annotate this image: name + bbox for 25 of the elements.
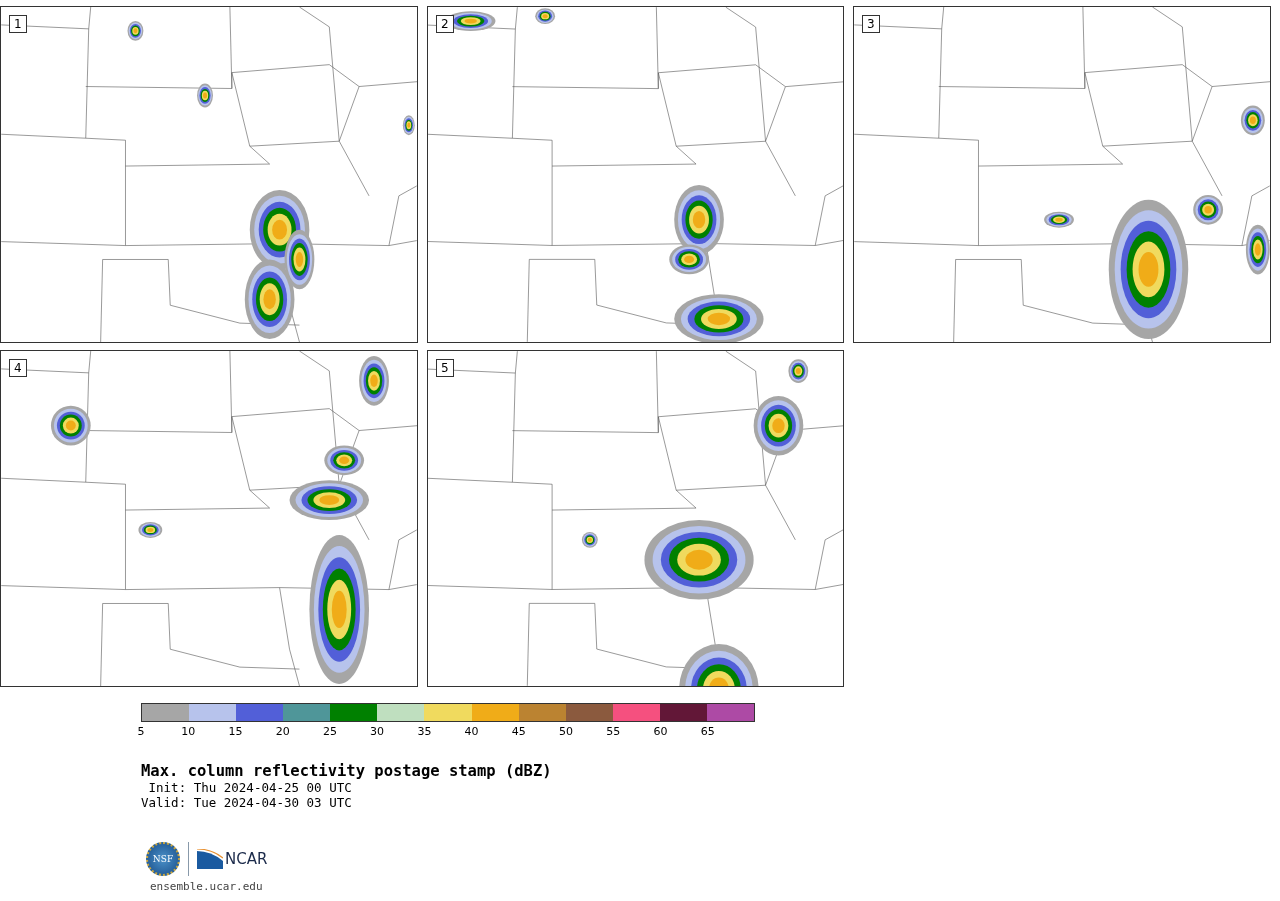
panel-number: 3 [862, 15, 880, 33]
tick-label: 5 [137, 725, 145, 738]
tick-label: 25 [322, 725, 337, 738]
tick-label: 60 [653, 725, 668, 738]
panel-number: 5 [436, 359, 454, 377]
panel-number: 4 [9, 359, 27, 377]
wave-icon [197, 849, 223, 869]
panel-number: 2 [436, 15, 454, 33]
tick-label: 35 [417, 725, 432, 738]
panel-number: 1 [9, 15, 27, 33]
tick-label: 45 [511, 725, 526, 738]
nsf-logo: NSF [146, 842, 180, 876]
tick-label: 40 [464, 725, 479, 738]
valid-time: Valid: Tue 2024-04-30 03 UTC [141, 795, 352, 810]
tick-label: 30 [370, 725, 385, 738]
tick-label: 50 [559, 725, 573, 738]
tick-label: 10 [181, 725, 196, 738]
website-link[interactable]: ensemble.ucar.edu [150, 880, 263, 893]
tick-label: 55 [606, 725, 621, 738]
tick-label: 65 [700, 725, 715, 738]
tick-label: 15 [228, 725, 243, 738]
init-time: Init: Thu 2024-04-25 00 UTC [147, 780, 352, 795]
tick-label: 20 [275, 725, 290, 738]
ncar-logo-text: NCAR [225, 850, 268, 868]
chart-title: Max. column reflectivity postage stamp (dBZ) [141, 762, 552, 780]
